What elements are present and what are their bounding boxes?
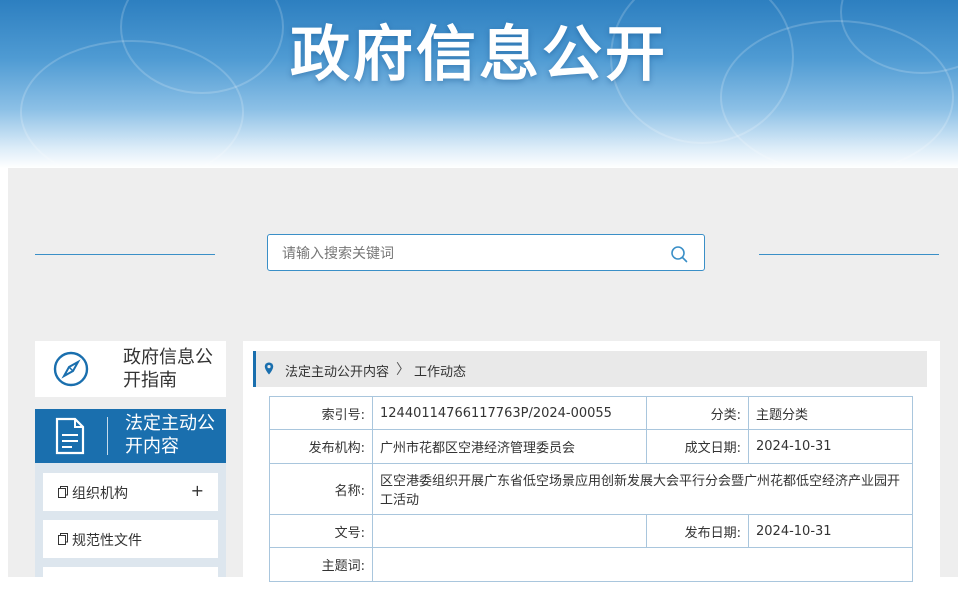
- name-label: 名称:: [270, 464, 373, 515]
- breadcrumb: 法定主动公开内容 〉 工作动态: [253, 351, 927, 387]
- document-icon: [53, 417, 87, 455]
- index-label: 索引号:: [270, 397, 373, 430]
- published-date-label: 发布日期:: [647, 515, 749, 548]
- breadcrumb-item-section[interactable]: 法定主动公开内容: [285, 361, 389, 380]
- keywords-value: [373, 548, 913, 582]
- breadcrumb-item-current: 工作动态: [414, 361, 466, 380]
- table-row: 文号: 发布日期: 2024-10-31: [270, 515, 913, 548]
- sidebar-active-label: 法定主动公开内容: [125, 412, 215, 458]
- expand-icon[interactable]: +: [191, 481, 204, 500]
- index-value: 12440114766117763P/2024-00055: [373, 397, 647, 430]
- sidebar-item-label: 组织机构: [72, 483, 128, 503]
- publisher-label: 发布机构:: [270, 430, 373, 464]
- created-date-label: 成文日期:: [647, 430, 749, 464]
- sidebar-submenu: 组织机构 + 规范性文件: [35, 463, 226, 577]
- file-icon: [58, 533, 68, 545]
- doc-number-value: [373, 515, 647, 548]
- search-icon[interactable]: [670, 245, 688, 263]
- search-divider-left: [35, 254, 215, 255]
- sidebar-item-normative[interactable]: 规范性文件: [43, 520, 218, 558]
- keywords-label: 主题词:: [270, 548, 373, 582]
- published-date-value: 2024-10-31: [749, 515, 913, 548]
- sidebar-item-next[interactable]: [43, 567, 218, 605]
- sidebar-item-org[interactable]: 组织机构 +: [43, 473, 218, 511]
- table-row: 发布机构: 广州市花都区空港经济管理委员会 成文日期: 2024-10-31: [270, 430, 913, 464]
- header-banner: 政府信息公开: [0, 0, 958, 168]
- chevron-right-icon: 〉: [396, 359, 410, 379]
- active-card-divider: [107, 417, 108, 455]
- sidebar-item-label: 规范性文件: [72, 530, 142, 550]
- table-row: 名称: 区空港委组织开展广东省低空场景应用创新发展大会平行分会暨广州花都低空经济…: [270, 464, 913, 515]
- created-date-value: 2024-10-31: [749, 430, 913, 464]
- sidebar-guide-label: 政府信息公开指南: [123, 346, 213, 392]
- category-label: 分类:: [647, 397, 749, 430]
- table-row: 索引号: 12440114766117763P/2024-00055 分类: 主…: [270, 397, 913, 430]
- document-meta-table: 索引号: 12440114766117763P/2024-00055 分类: 主…: [269, 396, 913, 582]
- name-value: 区空港委组织开展广东省低空场景应用创新发展大会平行分会暨广州花都低空经济产业园开…: [373, 464, 913, 515]
- search-box: [267, 234, 705, 271]
- doc-number-label: 文号:: [270, 515, 373, 548]
- search-divider-right: [759, 254, 939, 255]
- content-panel: 法定主动公开内容 〉 工作动态 索引号: 12440114766117763P/…: [243, 341, 940, 577]
- publisher-value: 广州市花都区空港经济管理委员会: [373, 430, 647, 464]
- file-icon: [58, 486, 68, 498]
- category-value: 主题分类: [749, 397, 913, 430]
- compass-icon: [53, 351, 89, 387]
- search-input[interactable]: [280, 241, 664, 267]
- page-title: 政府信息公开: [0, 6, 958, 93]
- location-pin-icon: [264, 362, 274, 375]
- table-row: 主题词:: [270, 548, 913, 582]
- sidebar-guide-card[interactable]: 政府信息公开指南: [35, 341, 226, 397]
- main-area: 政府信息公开指南 法定主动公开内容 组织机构 + 规范性文件: [8, 168, 958, 577]
- sidebar-active-card[interactable]: 法定主动公开内容: [35, 409, 226, 463]
